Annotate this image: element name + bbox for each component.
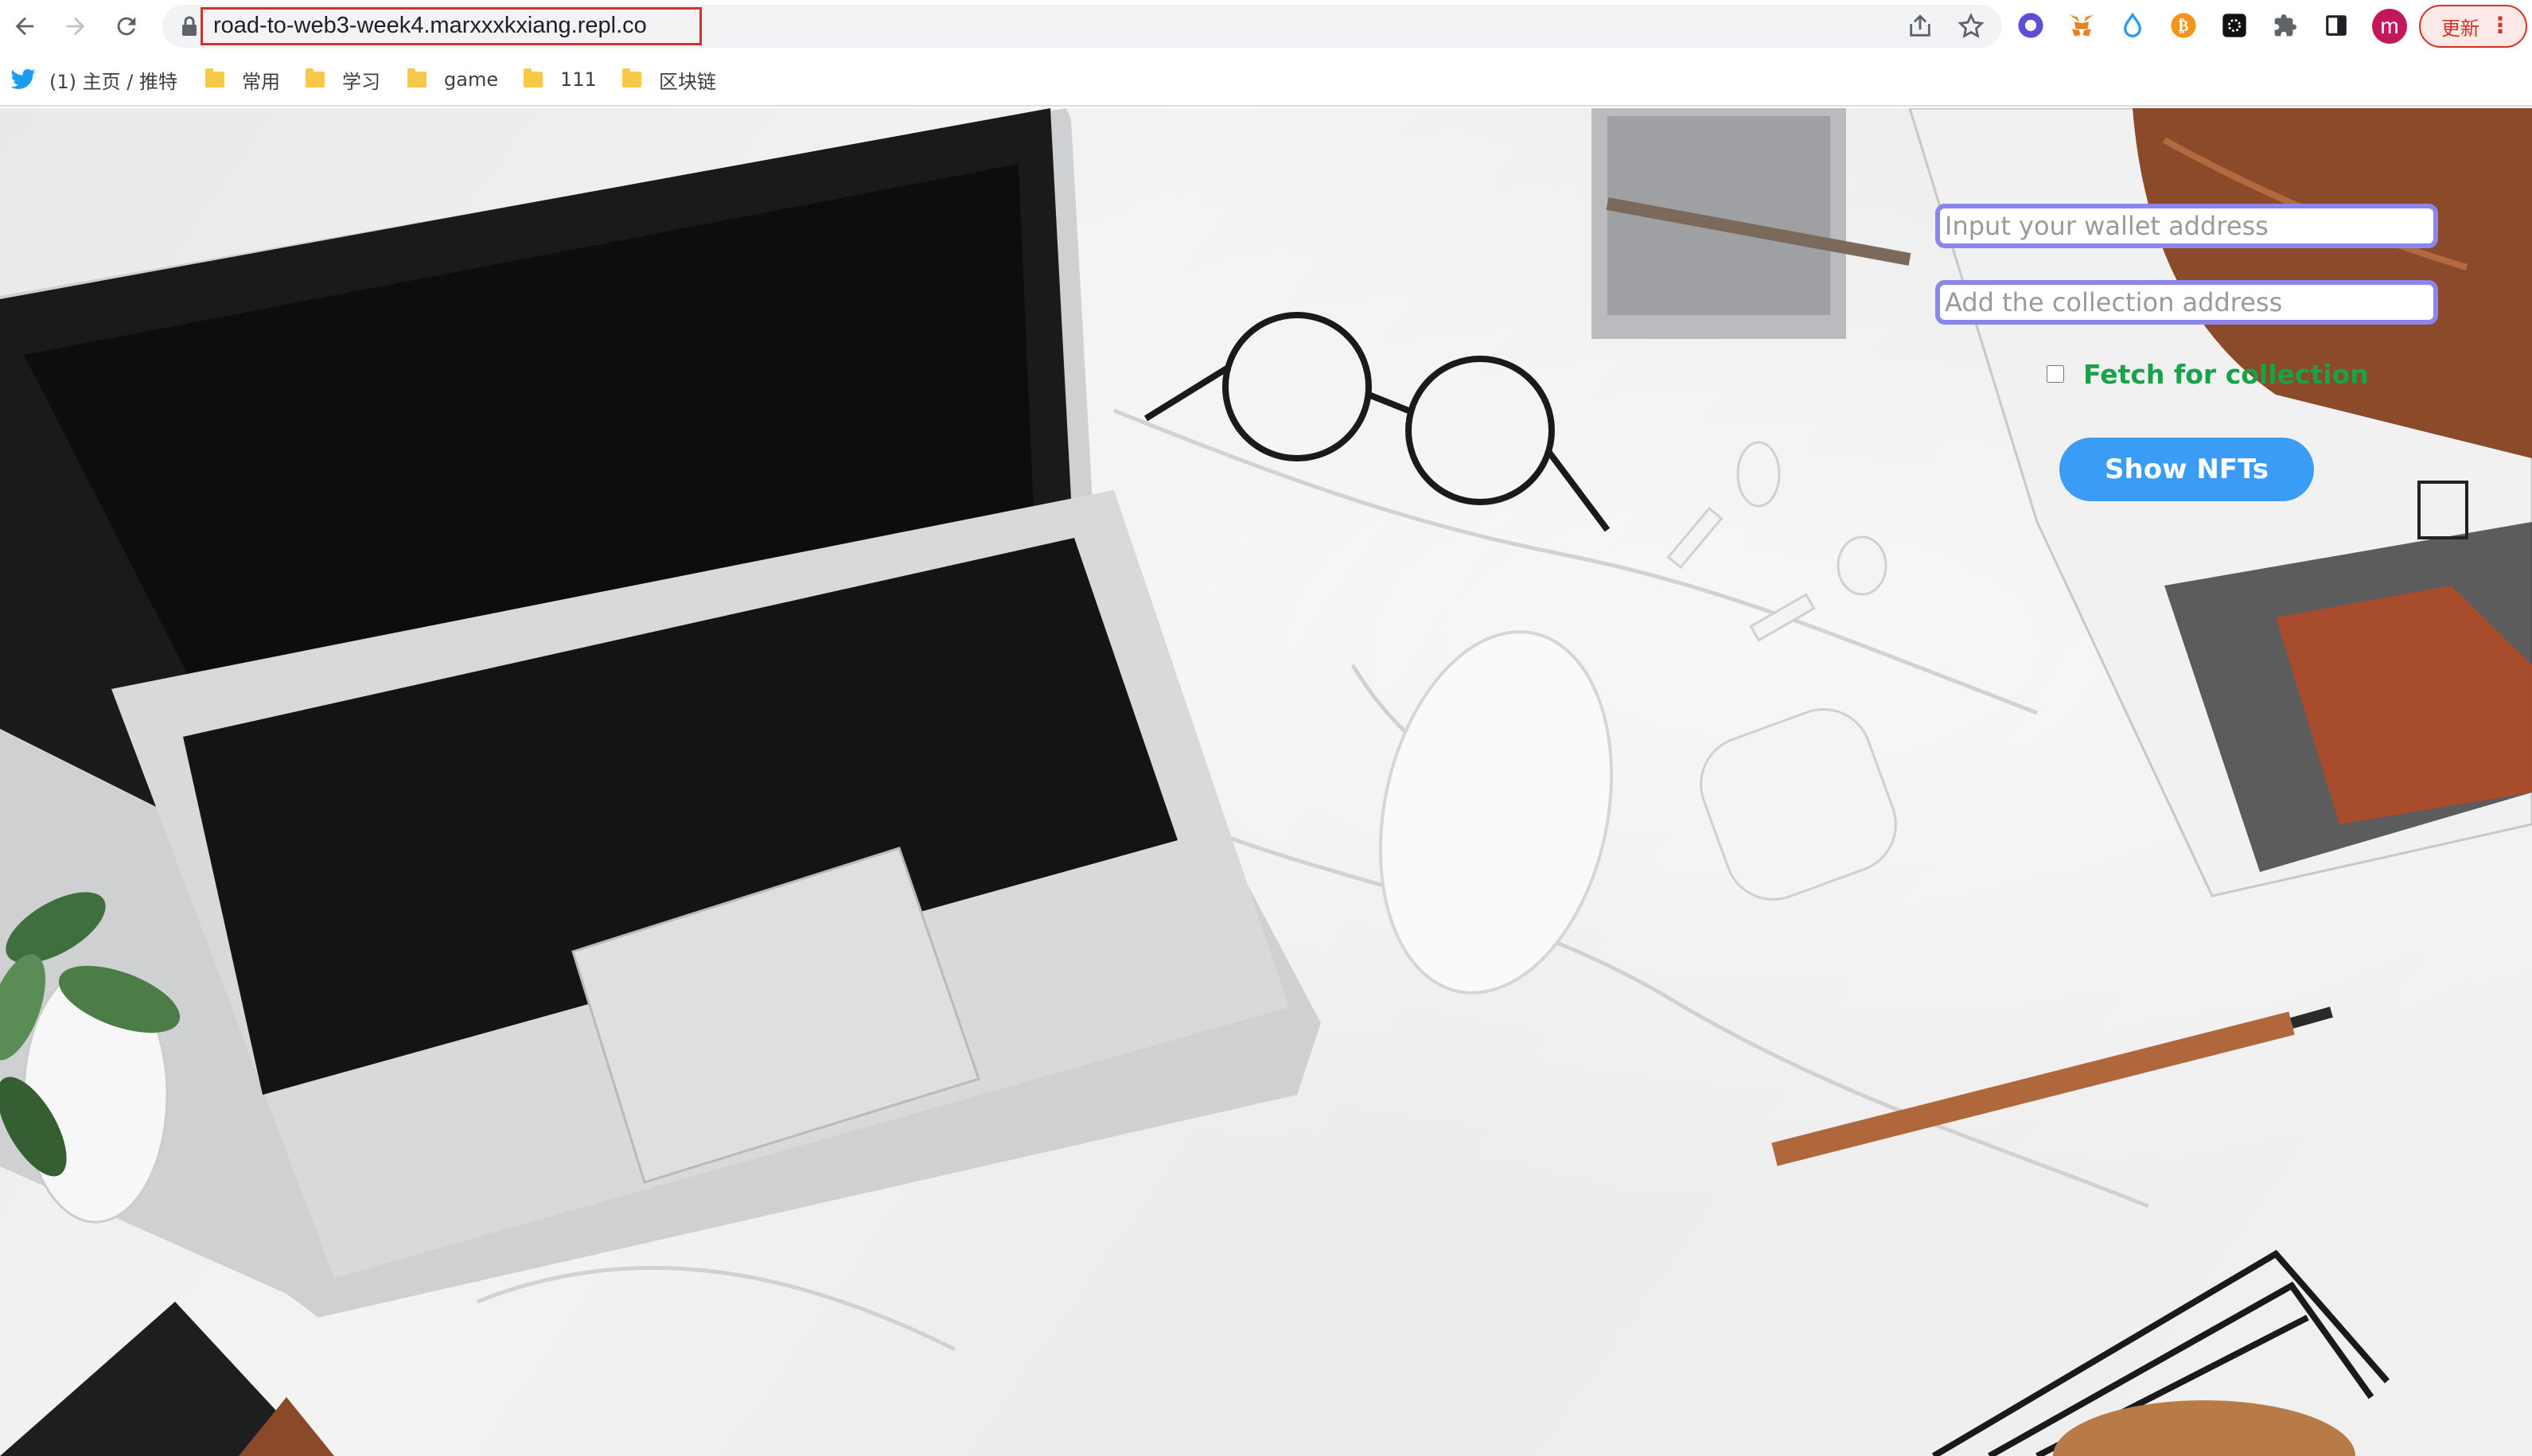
bookmark-label: 区块链 bbox=[659, 70, 716, 93]
url-text[interactable]: road-to-web3-week4.marxxxkxiang.repl.co bbox=[213, 13, 647, 39]
bookmark-label: 学习 bbox=[342, 70, 380, 93]
back-arrow-icon bbox=[15, 17, 34, 36]
collection-address-input[interactable] bbox=[1935, 280, 2438, 325]
forward-button[interactable] bbox=[56, 6, 95, 46]
update-button[interactable]: 更新 ⋮ bbox=[2419, 5, 2527, 48]
bookmark-folder-study[interactable]: 学习 bbox=[306, 64, 380, 95]
laptop-image bbox=[0, 108, 1321, 1318]
bookmark-label: 111 bbox=[560, 68, 597, 91]
bookmarks-bar: (1) 主页 / 推特 常用 学习 game 111 区块链 bbox=[0, 53, 2532, 107]
page-content: Fetch for collection Show NFTs bbox=[0, 108, 2532, 1456]
bookmark-label: 常用 bbox=[242, 70, 280, 93]
fetch-for-collection-row: Fetch for collection bbox=[2047, 356, 2369, 391]
bookmark-twitter[interactable]: (1) 主页 / 推特 bbox=[10, 64, 177, 95]
wallet-address-input[interactable] bbox=[1935, 204, 2438, 248]
glasses-image bbox=[1143, 312, 1611, 532]
folder-icon bbox=[622, 68, 641, 88]
side-panel-icon[interactable] bbox=[2321, 10, 2351, 41]
svg-text:₿: ₿ bbox=[2178, 17, 2188, 35]
dark-app-icon[interactable] bbox=[2219, 10, 2250, 41]
bookmark-label: (1) 主页 / 推特 bbox=[49, 70, 177, 93]
folder-icon bbox=[205, 68, 224, 88]
show-nfts-button[interactable]: Show NFTs bbox=[2059, 438, 2314, 501]
bookmark-folder-game[interactable]: game bbox=[407, 64, 498, 95]
address-bar[interactable]: road-to-web3-week4.marxxxkxiang.repl.co bbox=[162, 5, 2002, 48]
bookmark-star-icon[interactable] bbox=[1957, 13, 1985, 40]
profile-circle-icon[interactable] bbox=[2016, 10, 2046, 41]
airpods-image bbox=[1666, 441, 1897, 901]
pencil-holder-image bbox=[1591, 108, 1911, 339]
folder-icon bbox=[407, 68, 427, 88]
metamask-fox-icon[interactable] bbox=[2067, 10, 2097, 41]
magic-mouse-image bbox=[1378, 630, 1614, 995]
lock-icon bbox=[182, 16, 197, 36]
reload-button[interactable] bbox=[107, 6, 146, 46]
update-label: 更新 bbox=[2441, 17, 2479, 40]
forward-arrow-icon bbox=[66, 17, 85, 36]
bookmark-folder-common[interactable]: 常用 bbox=[205, 64, 280, 95]
folder-icon bbox=[524, 68, 543, 88]
fetch-for-collection-checkbox[interactable] bbox=[2047, 365, 2064, 383]
bitcoin-icon[interactable]: ₿ bbox=[2168, 10, 2199, 41]
fetch-for-collection-label: Fetch for collection bbox=[2083, 358, 2369, 390]
share-icon[interactable] bbox=[1907, 13, 1934, 40]
puzzle-extensions-icon[interactable] bbox=[2270, 10, 2300, 41]
profile-avatar[interactable]: m bbox=[2372, 9, 2407, 44]
folder-icon bbox=[306, 68, 325, 88]
twitter-bird-icon bbox=[10, 68, 36, 89]
water-drop-icon[interactable] bbox=[2117, 10, 2148, 41]
bookmark-folder-111[interactable]: 111 bbox=[524, 64, 597, 95]
back-button[interactable] bbox=[5, 6, 45, 46]
pencil-image bbox=[1771, 1006, 2333, 1166]
menu-dots-icon: ⋮ bbox=[2489, 12, 2511, 38]
wire-basket-image bbox=[1931, 1249, 2390, 1456]
bookmark-label: game bbox=[444, 68, 499, 91]
reload-icon bbox=[117, 17, 136, 36]
browser-toolbar: road-to-web3-week4.marxxxkxiang.repl.co … bbox=[0, 0, 2532, 53]
bookmark-folder-blockchain[interactable]: 区块链 bbox=[622, 64, 716, 95]
